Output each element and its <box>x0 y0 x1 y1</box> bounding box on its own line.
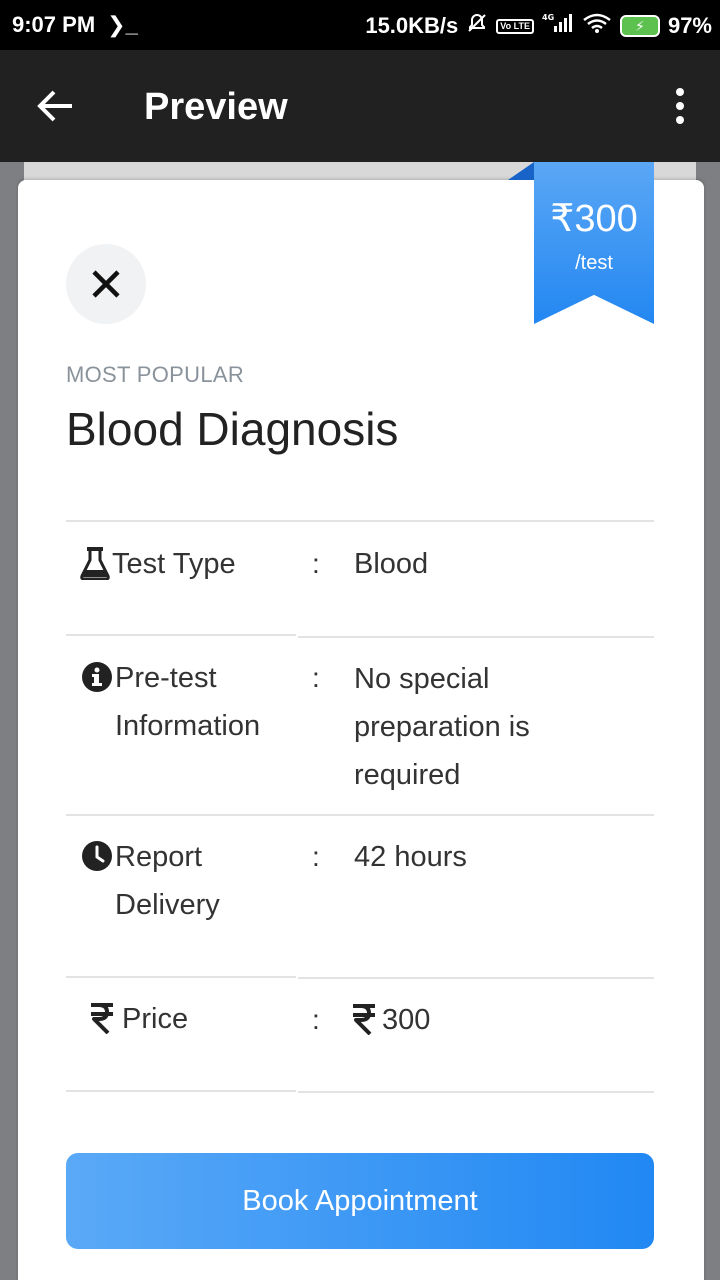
row-value-pretest-line2: preparation is <box>354 711 530 743</box>
ribbon-amount: ₹300 <box>550 198 638 240</box>
ribbon-fold <box>508 162 534 180</box>
status-bar: 9:07 PM ❯_ 15.0KB/s Vo LTE 4G ⚡ 97% <box>0 0 720 50</box>
rupee-icon <box>90 1002 114 1034</box>
overflow-menu-icon[interactable] <box>670 88 690 124</box>
row-colon: : <box>312 1004 320 1035</box>
info-icon <box>81 661 113 693</box>
terminal-icon: ❯_ <box>107 12 138 37</box>
row-label-report-line2: Delivery <box>115 889 220 921</box>
row-label-report-line1: Report <box>115 841 203 873</box>
battery-icon: ⚡ <box>619 15 660 37</box>
divider <box>66 976 296 978</box>
rupee-value-icon <box>352 1003 376 1035</box>
most-popular-label: MOST POPULAR <box>66 362 245 387</box>
row-value-test-type: Blood <box>354 548 429 580</box>
book-appointment-button[interactable]: Book Appointment <box>66 1153 654 1249</box>
mute-bell-icon <box>466 12 488 40</box>
divider <box>66 634 296 636</box>
signal-icon: 4G <box>542 12 574 40</box>
row-colon: : <box>312 662 320 693</box>
row-value-report: 42 hours <box>354 841 467 873</box>
status-time: 9:07 PM <box>12 12 96 37</box>
row-colon: : <box>312 841 320 872</box>
divider <box>298 977 654 979</box>
page-title: Preview <box>144 86 288 128</box>
wifi-icon <box>582 12 612 40</box>
row-label-pretest-line2: Information <box>115 710 261 742</box>
close-icon <box>92 270 120 298</box>
net-speed: 15.0KB/s <box>365 13 459 38</box>
battery-level: 97% <box>667 13 712 38</box>
row-label-pretest-line1: Pre-test <box>115 662 217 694</box>
back-arrow-icon[interactable] <box>36 86 76 126</box>
close-button[interactable] <box>66 244 146 324</box>
svg-text:4G: 4G <box>542 13 554 22</box>
clock-icon <box>81 840 113 872</box>
test-title: Blood Diagnosis <box>66 403 399 455</box>
row-label-test-type: Test Type <box>112 548 236 580</box>
row-label-price: Price <box>122 1003 189 1035</box>
row-value-price: 300 <box>382 1004 431 1036</box>
divider <box>298 1091 654 1093</box>
row-colon: : <box>312 548 320 579</box>
divider <box>66 814 654 816</box>
app-bar: Preview <box>0 50 720 162</box>
flask-icon <box>80 546 110 580</box>
row-value-pretest-line3: required <box>354 759 461 791</box>
divider <box>66 520 654 522</box>
divider <box>66 1090 296 1092</box>
divider <box>298 636 654 638</box>
row-value-pretest-line1: No special <box>354 663 490 695</box>
ribbon-per: /test <box>575 252 613 274</box>
volte-icon: Vo LTE <box>496 18 534 34</box>
